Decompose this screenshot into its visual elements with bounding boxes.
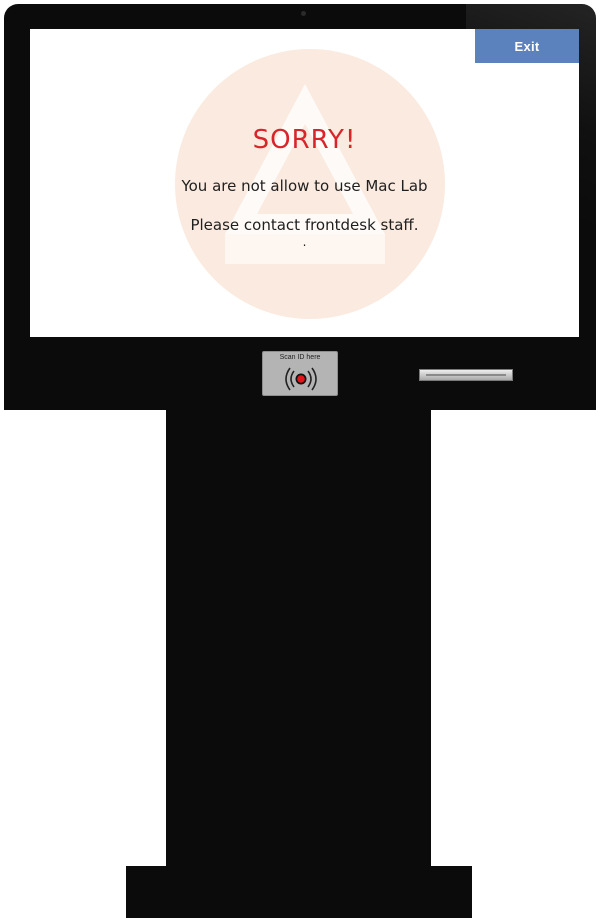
nfc-scan-icon <box>285 367 317 391</box>
kiosk: Exit SORRY! You are not allow to use Mac… <box>0 0 600 918</box>
exit-button[interactable]: Exit <box>475 29 579 63</box>
camera-icon <box>301 11 306 16</box>
contact-message: Please contact frontdesk staff. <box>190 216 419 234</box>
message-dot: . <box>302 235 307 249</box>
error-title: SORRY! <box>252 125 357 155</box>
kiosk-foot <box>126 866 472 918</box>
error-message: You are not allow to use Mac Lab <box>181 177 428 195</box>
kiosk-pedestal <box>166 408 431 870</box>
kiosk-screen: Exit SORRY! You are not allow to use Mac… <box>30 29 579 337</box>
receipt-slot <box>419 369 513 381</box>
control-panel: Scan ID here <box>4 340 596 410</box>
card-reader-label: Scan ID here <box>279 354 321 361</box>
monitor-bezel: Exit SORRY! You are not allow to use Mac… <box>4 4 596 340</box>
card-reader[interactable]: Scan ID here <box>262 351 338 396</box>
